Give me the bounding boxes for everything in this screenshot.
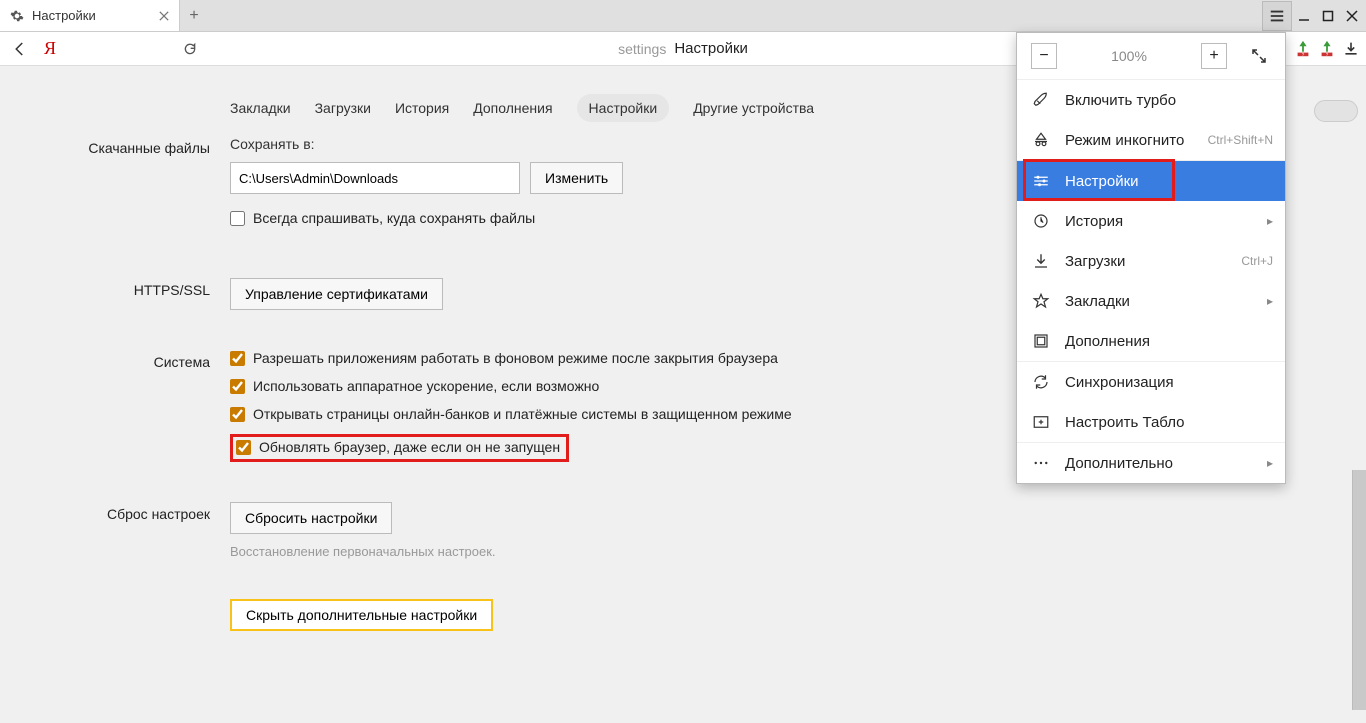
addons-icon	[1031, 331, 1051, 351]
tab-other-devices[interactable]: Другие устройства	[693, 100, 814, 116]
menu-sync-label: Синхронизация	[1065, 374, 1174, 391]
extension-download-icon-1[interactable]: ?	[1294, 40, 1312, 58]
manage-certs-button[interactable]: Управление сертификатами	[230, 278, 443, 310]
menu-incognito-label: Режим инкогнито	[1065, 132, 1184, 149]
sliders-icon	[1031, 171, 1051, 191]
downloads-button[interactable]	[1342, 40, 1360, 58]
tab-settings[interactable]: Настройки	[577, 94, 670, 122]
checkbox-background-label: Разрешать приложениям работать в фоновом…	[253, 350, 778, 366]
browser-tab[interactable]: Настройки	[0, 0, 180, 31]
submenu-arrow-icon: ▸	[1267, 456, 1273, 470]
section-reset: Сброс настроек Сбросить настройки Восста…	[60, 502, 1366, 559]
main-menu: − 100% + Включить турбо Режим инкогнито …	[1016, 32, 1286, 484]
menu-item-sync[interactable]: Синхронизация	[1017, 362, 1285, 402]
section-label-https: HTTPS/SSL	[60, 278, 230, 298]
scrollbar-thumb[interactable]	[1352, 470, 1366, 710]
zoom-out-button[interactable]: −	[1031, 43, 1057, 69]
tab-downloads[interactable]: Загрузки	[315, 100, 371, 116]
menu-item-addons[interactable]: Дополнения	[1017, 321, 1285, 361]
tab-bookmarks[interactable]: Закладки	[230, 100, 291, 116]
window-minimize-button[interactable]	[1292, 4, 1316, 28]
menu-settings-label: Настройки	[1065, 173, 1139, 190]
checkbox-hwaccel[interactable]	[230, 379, 245, 394]
window-close-button[interactable]	[1340, 4, 1364, 28]
menu-bookmarks-label: Закладки	[1065, 293, 1130, 310]
change-path-button[interactable]: Изменить	[530, 162, 623, 194]
extension-download-icon-2[interactable]: ?	[1318, 40, 1336, 58]
checkbox-hwaccel-label: Использовать аппаратное ускорение, если …	[253, 378, 599, 394]
system-checkbox-update[interactable]: Обновлять браузер, даже если он не запущ…	[236, 439, 560, 455]
section-label-reset: Сброс настроек	[60, 502, 230, 522]
more-icon	[1031, 453, 1051, 473]
checkbox-protected-label: Открывать страницы онлайн-банков и платё…	[253, 406, 792, 422]
tab-close-icon[interactable]	[157, 9, 171, 23]
checkbox-auto-update-label: Обновлять браузер, даже если он не запущ…	[259, 439, 560, 455]
section-label-system: Система	[60, 350, 230, 370]
tab-history[interactable]: История	[395, 100, 449, 116]
menu-incognito-shortcut: Ctrl+Shift+N	[1208, 133, 1273, 147]
address-display[interactable]: settings Настройки	[618, 40, 748, 57]
fullscreen-button[interactable]	[1247, 44, 1271, 68]
checkbox-background-apps[interactable]	[230, 351, 245, 366]
menu-tableau-label: Настроить Табло	[1065, 414, 1184, 431]
toggle-switch[interactable]	[1314, 100, 1358, 122]
reload-button[interactable]	[176, 35, 204, 63]
yandex-logo[interactable]: Я	[34, 38, 66, 59]
incognito-icon	[1031, 130, 1051, 150]
menu-downloads-shortcut: Ctrl+J	[1241, 254, 1273, 268]
menu-item-tableau[interactable]: Настроить Табло	[1017, 402, 1285, 442]
back-button[interactable]	[6, 35, 34, 63]
reset-hint: Восстановление первоначальных настроек.	[230, 544, 1366, 559]
sync-icon	[1031, 372, 1051, 392]
submenu-arrow-icon: ▸	[1267, 294, 1273, 308]
reset-settings-button[interactable]: Сбросить настройки	[230, 502, 392, 534]
menu-downloads-label: Загрузки	[1065, 253, 1125, 270]
menu-item-turbo[interactable]: Включить турбо	[1017, 80, 1285, 120]
gear-icon	[10, 9, 24, 23]
menu-turbo-label: Включить турбо	[1065, 92, 1176, 109]
submenu-arrow-icon: ▸	[1267, 214, 1273, 228]
history-icon	[1031, 211, 1051, 231]
always-ask-label: Всегда спрашивать, куда сохранять файлы	[253, 210, 535, 226]
tab-title: Настройки	[32, 8, 157, 23]
menu-zoom-row: − 100% +	[1017, 33, 1285, 80]
menu-item-incognito[interactable]: Режим инкогнито Ctrl+Shift+N	[1017, 120, 1285, 160]
main-menu-button[interactable]	[1262, 1, 1292, 31]
address-prefix: settings	[618, 41, 666, 57]
checkbox-protected-mode[interactable]	[230, 407, 245, 422]
menu-more-label: Дополнительно	[1065, 455, 1173, 472]
menu-addons-label: Дополнения	[1065, 333, 1150, 350]
checkbox-auto-update[interactable]	[236, 440, 251, 455]
menu-item-more[interactable]: Дополнительно ▸	[1017, 443, 1285, 483]
highlight-update-browser: Обновлять браузер, даже если он не запущ…	[230, 434, 569, 462]
download-icon	[1031, 251, 1051, 271]
window-maximize-button[interactable]	[1316, 4, 1340, 28]
menu-item-downloads[interactable]: Загрузки Ctrl+J	[1017, 241, 1285, 281]
menu-item-settings[interactable]: Настройки	[1017, 161, 1285, 201]
tableau-icon	[1031, 412, 1051, 432]
rocket-icon	[1031, 90, 1051, 110]
section-label-downloads: Скачанные файлы	[60, 136, 230, 156]
menu-item-bookmarks[interactable]: Закладки ▸	[1017, 281, 1285, 321]
new-tab-button[interactable]: +	[180, 0, 208, 31]
zoom-in-button[interactable]: +	[1201, 43, 1227, 69]
menu-history-label: История	[1065, 213, 1123, 230]
menu-item-history[interactable]: История ▸	[1017, 201, 1285, 241]
always-ask-checkbox[interactable]	[230, 211, 245, 226]
download-path-input[interactable]	[230, 162, 520, 194]
section-hide: Скрыть дополнительные настройки	[60, 599, 1366, 631]
zoom-value: 100%	[1057, 48, 1201, 64]
star-icon	[1031, 291, 1051, 311]
address-title: Настройки	[674, 40, 748, 57]
hide-advanced-button[interactable]: Скрыть дополнительные настройки	[230, 599, 493, 631]
tab-addons[interactable]: Дополнения	[473, 100, 552, 116]
titlebar: Настройки +	[0, 0, 1366, 32]
